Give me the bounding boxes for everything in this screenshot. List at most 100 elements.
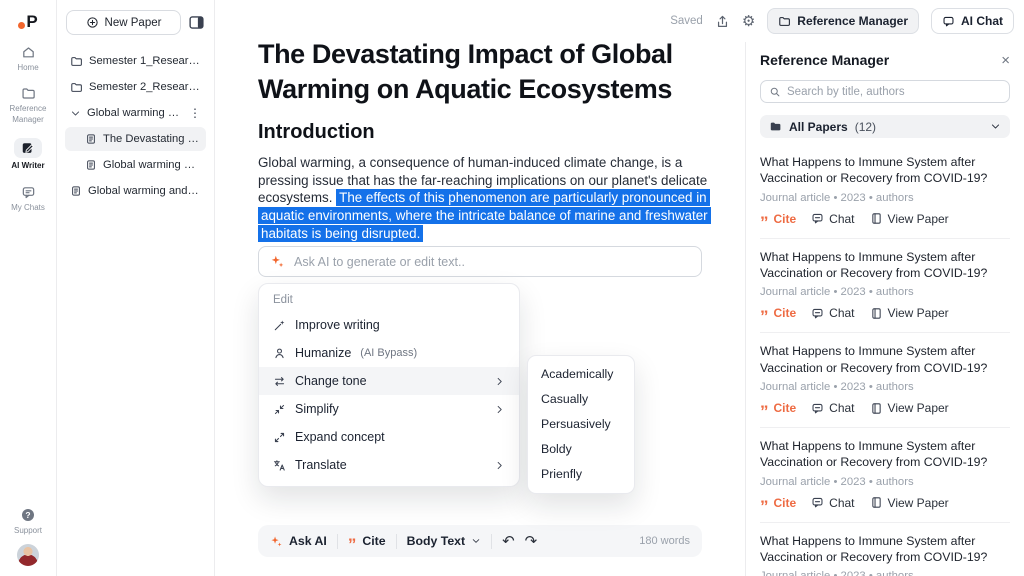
nav-ai-writer[interactable]: AI Writer <box>0 138 56 171</box>
cite-button[interactable]: ” Cite <box>760 306 796 325</box>
papers-list: What Happens to Immune System after Vacc… <box>760 144 1010 576</box>
folder-filled-icon <box>769 120 782 133</box>
edit-dropdown-menu: Edit Improve writing Humanize (AI Bypass… <box>258 283 520 487</box>
menu-item-humanize[interactable]: Humanize (AI Bypass) <box>259 339 519 367</box>
reference-search[interactable] <box>760 80 1010 103</box>
ai-chat-button[interactable]: AI Chat <box>931 8 1014 34</box>
ai-writer-icon <box>14 138 42 159</box>
collapse-sidebar-icon[interactable] <box>188 14 205 31</box>
ai-sparkle-icon <box>270 535 283 548</box>
chat-bubble-icon <box>811 307 824 320</box>
share-icon[interactable] <box>715 14 730 29</box>
nav-home[interactable]: Home <box>0 45 56 73</box>
chevron-down-icon <box>471 536 481 546</box>
quote-icon: ” <box>347 535 357 554</box>
chat-button[interactable]: Chat <box>811 401 855 415</box>
gear-icon[interactable]: ⚙ <box>742 14 755 29</box>
chat-button[interactable]: Chat <box>811 212 855 226</box>
menu-item-improve-writing[interactable]: Improve writing <box>259 311 519 339</box>
menu-item-change-tone[interactable]: Change tone <box>259 367 519 395</box>
folder-icon <box>70 81 83 94</box>
tree-folder-semester1[interactable]: Semester 1_Research p... <box>65 49 206 73</box>
chevron-down-icon <box>70 108 81 119</box>
paper-title: What Happens to Immune System after Vacc… <box>760 439 988 470</box>
menu-item-translate[interactable]: Translate <box>259 451 519 479</box>
folder-icon <box>778 15 791 28</box>
paper-title: What Happens to Immune System after Vacc… <box>760 344 988 375</box>
document-icon <box>870 496 883 509</box>
text-style-dropdown[interactable]: Body Text <box>407 534 482 548</box>
collapse-arrows-icon <box>273 403 286 416</box>
chat-button[interactable]: Chat <box>811 306 855 320</box>
ask-ai-button[interactable]: Ask AI <box>270 534 327 548</box>
kebab-menu-icon[interactable]: ⋮ <box>189 107 201 119</box>
reference-manager-button[interactable]: Reference Manager <box>767 8 919 34</box>
quote-icon: ” <box>760 402 769 422</box>
tree-file-global-warming[interactable]: Global warming and... <box>65 153 206 177</box>
reference-search-input[interactable] <box>787 85 1001 98</box>
ai-sparkle-icon <box>270 254 285 269</box>
chat-bubble-icon <box>21 185 36 200</box>
home-icon <box>21 45 36 60</box>
wand-icon <box>273 319 286 332</box>
saved-status: Saved <box>670 15 703 27</box>
cite-button[interactable]: ” Cite <box>347 534 386 554</box>
close-icon[interactable]: × <box>1001 53 1010 68</box>
tree-folder-semester2[interactable]: Semester 2_Research... <box>65 75 206 99</box>
nav-my-chats[interactable]: My Chats <box>0 185 56 213</box>
view-paper-button[interactable]: View Paper <box>870 401 949 415</box>
word-count: 180 words <box>639 535 690 547</box>
tone-option-academically[interactable]: Academically <box>528 362 634 387</box>
ai-prompt-field[interactable] <box>294 254 690 269</box>
chevron-right-icon <box>494 376 505 387</box>
ask-ai-input[interactable] <box>258 246 702 277</box>
tone-option-casually[interactable]: Casually <box>528 387 634 412</box>
cite-button[interactable]: ” Cite <box>760 401 796 422</box>
paper-title: What Happens to Immune System after Vacc… <box>760 249 988 281</box>
undo-icon[interactable]: ↶ <box>502 534 515 549</box>
document-icon <box>70 185 82 197</box>
nav-reference-manager[interactable]: Reference Manager <box>0 86 56 125</box>
chat-bubble-icon <box>811 402 824 415</box>
redo-icon[interactable]: ↷ <box>525 534 538 549</box>
document-icon <box>85 159 97 171</box>
chevron-right-icon <box>494 460 505 471</box>
menu-item-expand-concept[interactable]: Expand concept <box>259 423 519 451</box>
support-question-icon: ? <box>20 507 36 523</box>
translate-icon <box>273 459 286 472</box>
tone-option-boldy[interactable]: Boldy <box>528 437 634 462</box>
menu-item-simplify[interactable]: Simplify <box>259 395 519 423</box>
tone-option-persuasively[interactable]: Persuasively <box>528 412 634 437</box>
person-icon <box>273 347 286 360</box>
humanize-suffix: (AI Bypass) <box>360 347 418 359</box>
new-paper-button[interactable]: New Paper <box>66 10 181 35</box>
document-title: The Devastating Impact of Global Warming… <box>258 39 673 104</box>
paper-meta: Journal article • 2023 • authors <box>760 381 914 394</box>
paperpal-logo[interactable]: P <box>18 12 38 32</box>
topbar: Saved ⚙ Reference Manager AI Chat <box>215 0 1024 42</box>
cite-button[interactable]: ” Cite <box>760 496 796 515</box>
tree-file-devastating-impact[interactable]: The Devastating Im... <box>65 127 206 151</box>
logo-letter: P <box>26 12 38 31</box>
view-paper-button[interactable]: View Paper <box>870 212 949 226</box>
menu-section-label: Edit <box>273 294 293 306</box>
nav-support[interactable]: ? Support <box>0 507 56 536</box>
document-tree: Semester 1_Research p... Semester 2_Rese… <box>57 43 214 207</box>
cite-button[interactable]: ” Cite <box>760 212 796 231</box>
app-window: P Home Reference Manager AI Writer My Ch… <box>0 0 1024 576</box>
user-avatar[interactable] <box>17 544 39 566</box>
view-paper-button[interactable]: View Paper <box>870 496 949 510</box>
expand-arrows-icon <box>273 431 286 444</box>
paper-title: What Happens to Immune System after Vacc… <box>760 533 988 565</box>
all-papers-dropdown[interactable]: All Papers (12) <box>760 115 1010 138</box>
chat-bubble-icon <box>942 15 955 28</box>
reference-manager-panel: Reference Manager × All Papers (12) What… <box>745 42 1024 576</box>
svg-text:?: ? <box>25 510 30 520</box>
view-paper-button[interactable]: View Paper <box>870 306 949 320</box>
document-icon <box>870 307 883 320</box>
tone-option-prienfly[interactable]: Prienfly <box>528 462 634 487</box>
body-paragraph: Global warming, a consequence of human-i… <box>258 154 711 243</box>
chat-button[interactable]: Chat <box>811 496 855 510</box>
tree-file-global-warming-its[interactable]: Global warming and its... <box>65 179 206 203</box>
tree-folder-global-warming[interactable]: Global warming and... ⋮ <box>65 101 206 125</box>
